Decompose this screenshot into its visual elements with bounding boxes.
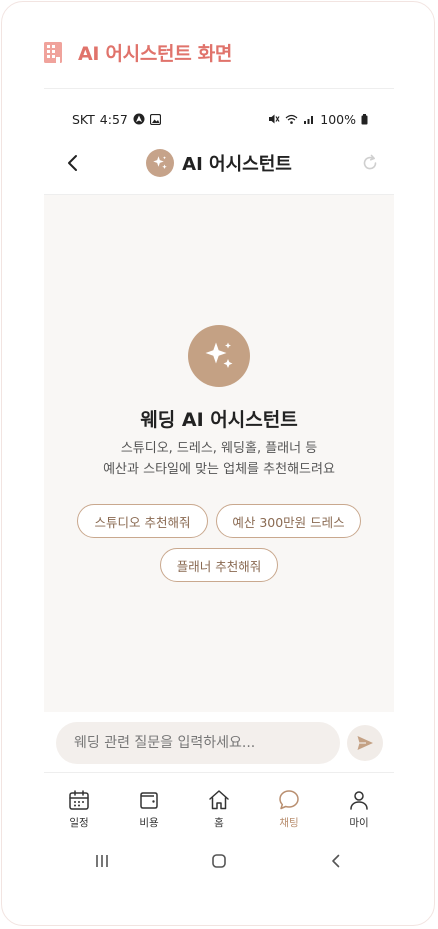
home-button[interactable] (199, 853, 239, 869)
suggestion-chip[interactable]: 스튜디오 추천해줘 (77, 504, 208, 538)
back-arrow-icon[interactable] (62, 152, 84, 174)
navigation-app-icon (133, 113, 145, 125)
doc-header: AI 어시스턴트 화면 (42, 38, 232, 66)
bottom-tab-bar: 일정 비용 홈 채팅 마이 (44, 780, 394, 836)
tab-label: 마이 (349, 817, 369, 829)
navbar-title-group: AI 어시스턴트 (146, 149, 292, 177)
divider (44, 88, 394, 89)
system-navigation-bar (44, 844, 394, 878)
tab-label: 홈 (214, 817, 224, 829)
sparkle-icon (205, 342, 233, 368)
recents-button[interactable] (82, 853, 122, 869)
system-home-icon (212, 854, 226, 868)
sparkle-icon (153, 156, 167, 169)
home-icon (209, 790, 229, 810)
chat-area: 웨딩 AI 어시스턴트 스튜디오, 드레스, 웨딩홀, 플래너 등 예산과 스타… (44, 195, 394, 712)
recents-icon (96, 855, 109, 867)
clock-label: 4:57 (99, 111, 128, 127)
gallery-icon (149, 113, 161, 125)
send-icon (357, 736, 373, 750)
tab-schedule[interactable]: 일정 (49, 780, 109, 830)
wallet-icon (140, 792, 158, 809)
building-icon (44, 42, 62, 63)
person-icon (350, 791, 368, 810)
app-navbar: AI 어시스턴트 (44, 140, 394, 186)
tab-chat[interactable]: 채팅 (259, 780, 319, 830)
welcome-description: 스튜디오, 드레스, 웨딩홀, 플래너 등 예산과 스타일에 맞는 업체를 추천… (44, 438, 394, 480)
assistant-hero-avatar (188, 325, 250, 387)
refresh-icon[interactable] (360, 153, 380, 173)
battery-percent: 100% (320, 111, 356, 127)
tab-home[interactable]: 홈 (189, 780, 249, 830)
suggestion-chip[interactable]: 예산 300만원 드레스 (216, 504, 361, 538)
tab-label: 채팅 (279, 817, 299, 829)
mute-icon (269, 114, 280, 124)
send-button[interactable] (347, 725, 383, 761)
tabbar-divider (44, 772, 394, 773)
welcome-title: 웨딩 AI 어시스턴트 (140, 409, 298, 431)
tab-label: 일정 (69, 817, 89, 829)
suggestion-chip[interactable]: 플래너 추천해줘 (160, 548, 278, 582)
message-input[interactable] (72, 734, 340, 752)
battery-icon (361, 113, 368, 124)
welcome-desc-line: 스튜디오, 드레스, 웨딩홀, 플래너 등 (120, 441, 318, 456)
tab-label: 비용 (139, 817, 159, 829)
status-bar: SKT 4:57 100% (72, 110, 368, 128)
wifi-icon (285, 114, 298, 124)
assistant-avatar (146, 149, 175, 177)
tab-my[interactable]: 마이 (329, 780, 389, 830)
message-input-wrapper (56, 722, 340, 764)
calendar-icon (69, 790, 89, 810)
chat-icon (279, 790, 299, 810)
welcome-desc-line: 예산과 스타일에 맞는 업체를 추천해드려요 (103, 462, 335, 477)
carrier-label: SKT (72, 111, 95, 127)
system-back-button[interactable] (316, 853, 356, 869)
system-back-icon (331, 854, 339, 868)
signal-icon (304, 115, 314, 124)
doc-title: AI 어시스턴트 화면 (78, 42, 233, 65)
navbar-title: AI 어시스턴트 (182, 154, 292, 175)
tab-cost[interactable]: 비용 (119, 780, 179, 830)
